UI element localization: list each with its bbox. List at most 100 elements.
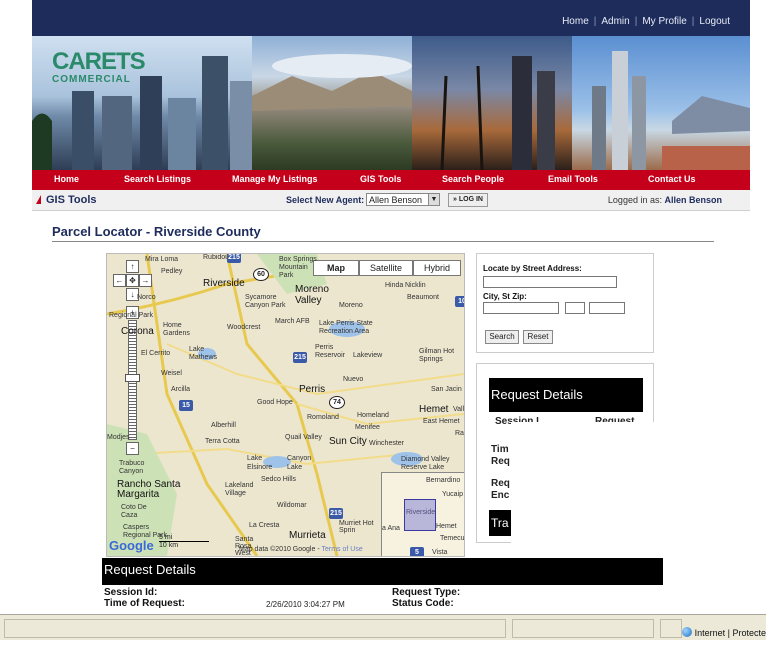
place-label: Moreno [339,302,363,309]
place-label: Perris [299,384,326,395]
place-label: Coto De Caza [121,504,147,519]
hwy-shield: 215 [329,508,343,519]
street-address-input[interactable] [483,276,617,288]
time-label: Tim Req [491,444,510,467]
place-label: Corona [121,326,154,337]
request-type-label: Request Type: [392,587,461,598]
pan-up-icon[interactable]: ↑ [126,260,139,273]
place-label: Good Hope [257,399,293,406]
terms-of-use-link[interactable]: Terms of Use [321,546,362,553]
place-label: Lake Mathews [189,346,218,361]
login-button[interactable]: » LOG IN [448,193,488,207]
header-link-home[interactable]: Home [562,16,589,27]
place-label: March AFB [275,318,310,325]
place-label: Riverside [203,278,245,289]
request-details-bar: Request Details [102,558,663,585]
security-zone[interactable]: Internet | Protecte [681,627,766,638]
nav-search-people[interactable]: Search People [442,174,504,184]
sub-toolbar: GIS Tools Select New Agent: Allen Benson… [32,190,750,211]
place-label: Vall [453,406,465,413]
city-zip-label: City, St Zip: [483,292,527,301]
place-label: Modjes [107,434,130,441]
header-link-profile[interactable]: My Profile [642,16,686,27]
pan-center-icon[interactable]: ✥ [126,274,139,287]
status-cell-blank [512,619,654,638]
map-type-satellite[interactable]: Satellite [359,260,413,276]
zoom-slider-thumb[interactable] [125,374,140,382]
place-label: Lakeview [353,352,383,359]
place-label: Beaumont [407,294,439,301]
logo-main-text: CARETS [52,48,146,75]
place-label: Lakeland Village [225,482,254,497]
time-of-request-value: 2/26/2010 3:04:27 PM [266,600,345,609]
place-label: Alberhill [211,422,236,429]
request-panel-title: Request Details [489,378,643,412]
agent-select[interactable]: Allen Benson ▼ [366,193,440,206]
place-label: Box Springs Mountain Park [279,256,317,279]
pan-left-icon[interactable]: ← [113,274,126,287]
place-label: Romoland [307,414,339,421]
place-label: Quail Valley [285,434,322,441]
place-label: Weisel [161,370,182,377]
nav-home[interactable]: Home [54,174,79,184]
status-text-cell [4,619,506,638]
place-label: Lake Perris State Recreation Area [319,320,373,335]
carets-logo[interactable]: CARETS COMMERCIAL [40,44,146,92]
place-label: Gilman Hot Springs [419,348,455,363]
nav-manage-listings[interactable]: Manage My Listings [232,174,318,184]
main-nav: Home Search Listings Manage My Listings … [32,170,750,190]
nav-contact-us[interactable]: Contact Us [648,174,696,184]
city-input[interactable] [483,302,559,314]
header-links: Home | Admin | My Profile | Logout [562,16,730,27]
session-id-label: Session Id: [104,587,158,598]
zoom-out-icon[interactable]: − [126,442,139,455]
place-label: Mira Loma [145,256,179,263]
nav-email-tools[interactable]: Email Tools [548,174,598,184]
map-type-hybrid[interactable]: Hybrid [413,260,461,276]
banner-photo-skyline [572,36,750,170]
overview-viewport[interactable] [404,499,436,531]
place-label: Regional Park [109,312,153,319]
top-bar: Home | Admin | My Profile | Logout [32,0,750,36]
place-label: Nicklin [405,282,426,289]
header-link-logout[interactable]: Logout [699,16,730,27]
place-label: Diamond Valley Reserve Lake [401,456,450,471]
nav-search-listings[interactable]: Search Listings [124,174,191,184]
header-link-admin[interactable]: Admin [601,16,629,27]
map-overview[interactable]: Bernardino Yucaip Riverside Hemet a Ana … [381,472,465,556]
place-label: El Cerrito [141,350,171,357]
map-attribution: Map data ©2010 Google - Terms of Use [239,546,363,553]
place-label: Murrieta [289,530,326,541]
nav-gis-tools[interactable]: GIS Tools [360,174,401,184]
hwy-shield: 74 [329,396,345,409]
place-label: Wildomar [277,502,307,509]
header-banner: CARETS COMMERCIAL [32,36,750,170]
parcel-map[interactable]: Map Satellite Hybrid ↑ ← ✥ → ↓ + − Mira … [106,253,465,557]
place-label: Home Gardens [163,322,190,337]
overview-label: Vista [432,549,448,556]
agent-label: Select New Agent: [286,195,365,205]
place-label: Homeland [357,412,389,419]
state-input[interactable] [565,302,585,314]
page-title: Parcel Locator - Riverside County [52,224,261,239]
overview-label: Temecu [440,535,465,542]
search-button[interactable]: Search [485,330,519,344]
status-code-label: Status Code: [392,598,454,609]
reset-button[interactable]: Reset [523,330,553,344]
zip-input[interactable] [589,302,625,314]
pan-right-icon[interactable]: → [139,274,152,287]
request-enc-label: Req Enc [491,478,510,501]
map-scale: 5 mi 10 km [159,534,209,549]
overview-label: Yucaip [442,491,464,498]
place-label: Hemet [419,404,449,415]
place-label: Nuevo [343,376,364,383]
place-label: Perris Reservoir [315,344,345,359]
chevron-down-icon[interactable]: ▼ [428,194,439,205]
place-label: Lake Elsinore [247,455,273,471]
place-label: Menifee [355,424,380,431]
overview-label: Bernardino [426,477,461,484]
time-of-request-label: Time of Request: [104,598,185,609]
banner-photo-mountains [252,36,412,170]
logo-sub-text: COMMERCIAL [52,74,131,85]
banner-photo-palms [412,36,572,170]
